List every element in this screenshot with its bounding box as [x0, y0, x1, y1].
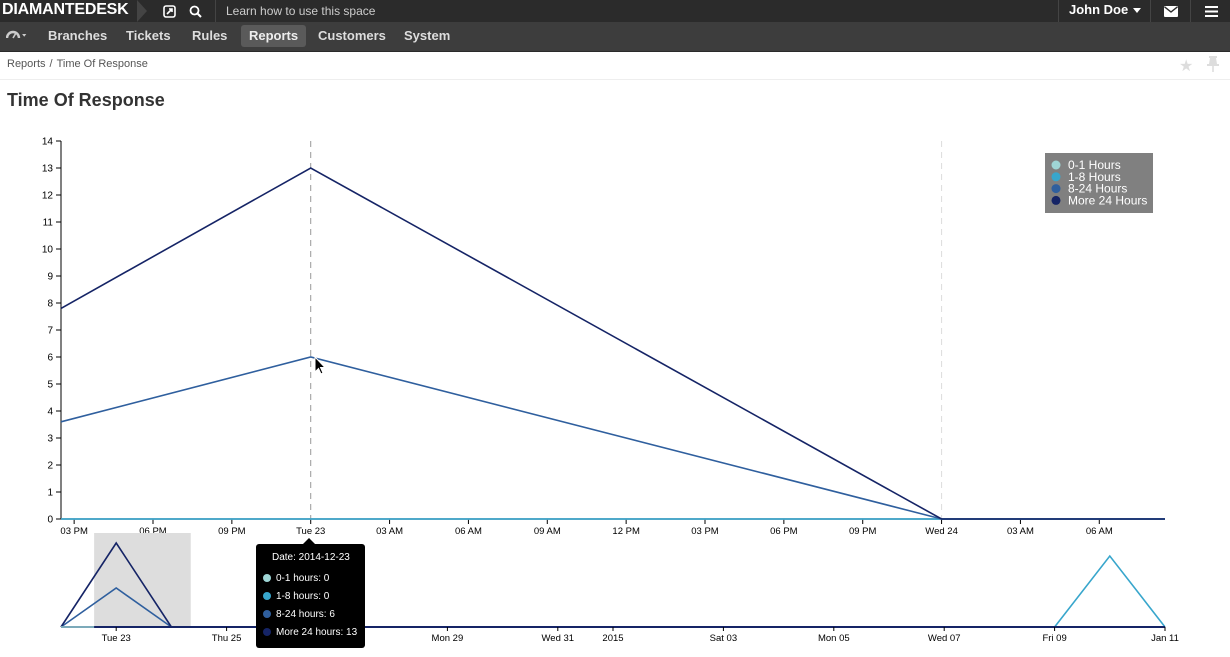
overview-x-tick-label: 2015 [602, 633, 623, 644]
legend-swatch-icon [1051, 172, 1061, 182]
x-tick-label: 09 PM [218, 526, 246, 537]
y-tick-label: 13 [42, 164, 54, 175]
overview-x-tick-label: Jan 11 [1151, 633, 1179, 644]
y-tick-label: 3 [47, 434, 53, 445]
tooltip-row: 8-24 hours: 6 [263, 608, 335, 622]
y-tick-label: 4 [47, 407, 53, 418]
chart-legend[interactable]: 0-1 Hours1-8 Hours8-24 HoursMore 24 Hour… [1045, 153, 1153, 213]
x-tick-label: 03 PM [60, 526, 88, 537]
overview-x-tick-label: Wed 07 [928, 633, 961, 644]
x-tick-label: 06 PM [770, 526, 798, 537]
y-tick-label: 6 [47, 353, 53, 364]
tooltip-value: More 24 hours: 13 [276, 627, 358, 638]
overview-x-tick-label: Mon 05 [818, 633, 850, 644]
y-tick-label: 0 [47, 515, 53, 526]
y-tick-label: 12 [42, 191, 54, 202]
overview-x-tick-label: Sat 03 [710, 633, 737, 644]
y-tick-label: 5 [47, 380, 53, 391]
y-tick-label: 2 [47, 461, 53, 472]
x-tick-label: Tue 23 [296, 526, 325, 537]
series-dot-icon [263, 592, 271, 600]
y-tick-label: 10 [42, 245, 54, 256]
x-tick-label: 06 AM [455, 526, 482, 537]
range-brush [94, 533, 191, 627]
x-tick-label: 03 PM [691, 526, 719, 537]
overview-x-tick-label: Fri 09 [1042, 633, 1066, 644]
x-tick-label: 09 AM [534, 526, 561, 537]
series-dot-icon [263, 628, 271, 636]
legend-swatch-icon [1051, 184, 1061, 194]
range-selector[interactable]: Tue 23 Thu 25 Mon 29 Wed 31 2015 Sat 03 Mon 05… [60, 533, 1179, 644]
tooltip-row: More 24 hours: 13 [263, 626, 357, 640]
x-tick-label: 06 AM [1086, 526, 1113, 537]
overview-x-tick-label: Thu 25 [212, 633, 242, 644]
chart-tooltip: Date: 2014-12-23 0-1 hours: 0 1-8 hours:… [256, 538, 365, 648]
tooltip-value: 8-24 hours: 6 [276, 609, 335, 620]
series-line [60, 167, 1165, 520]
y-tick-label: 1 [47, 488, 53, 499]
y-tick-label: 8 [47, 299, 53, 310]
tooltip-value: 1-8 hours: 0 [276, 591, 330, 602]
y-tick-label: 7 [47, 326, 53, 337]
tooltip-date: Date: 2014-12-23 [272, 552, 350, 563]
y-tick-label: 11 [43, 218, 54, 229]
legend-label: More 24 Hours [1068, 193, 1147, 207]
x-tick-label: 09 PM [849, 526, 877, 537]
y-tick-label: 9 [47, 272, 53, 283]
response-time-chart[interactable]: 0123456789101112131403 PM 06 PM 09 PM Tue 2… [0, 0, 1230, 657]
series-dot-icon [263, 574, 271, 582]
tooltip-row: 1-8 hours: 0 [263, 590, 329, 604]
overview-series-line [1053, 554, 1166, 628]
overview-x-tick-label: Mon 29 [432, 633, 464, 644]
tooltip-value: 0-1 hours: 0 [276, 573, 330, 584]
y-tick-label: 14 [42, 137, 54, 148]
x-tick-label: 03 AM [376, 526, 403, 537]
x-tick-label: 03 AM [1007, 526, 1034, 537]
series-dot-icon [263, 610, 271, 618]
x-tick-label: Wed 24 [925, 526, 958, 537]
x-tick-label: 12 PM [612, 526, 640, 537]
overview-x-tick-label: Tue 23 [102, 633, 131, 644]
series-line [60, 356, 1165, 520]
overview-x-tick-label: Wed 31 [542, 633, 575, 644]
tooltip-row: 0-1 hours: 0 [263, 572, 329, 586]
legend-swatch-icon [1051, 160, 1061, 170]
legend-swatch-icon [1051, 195, 1061, 205]
